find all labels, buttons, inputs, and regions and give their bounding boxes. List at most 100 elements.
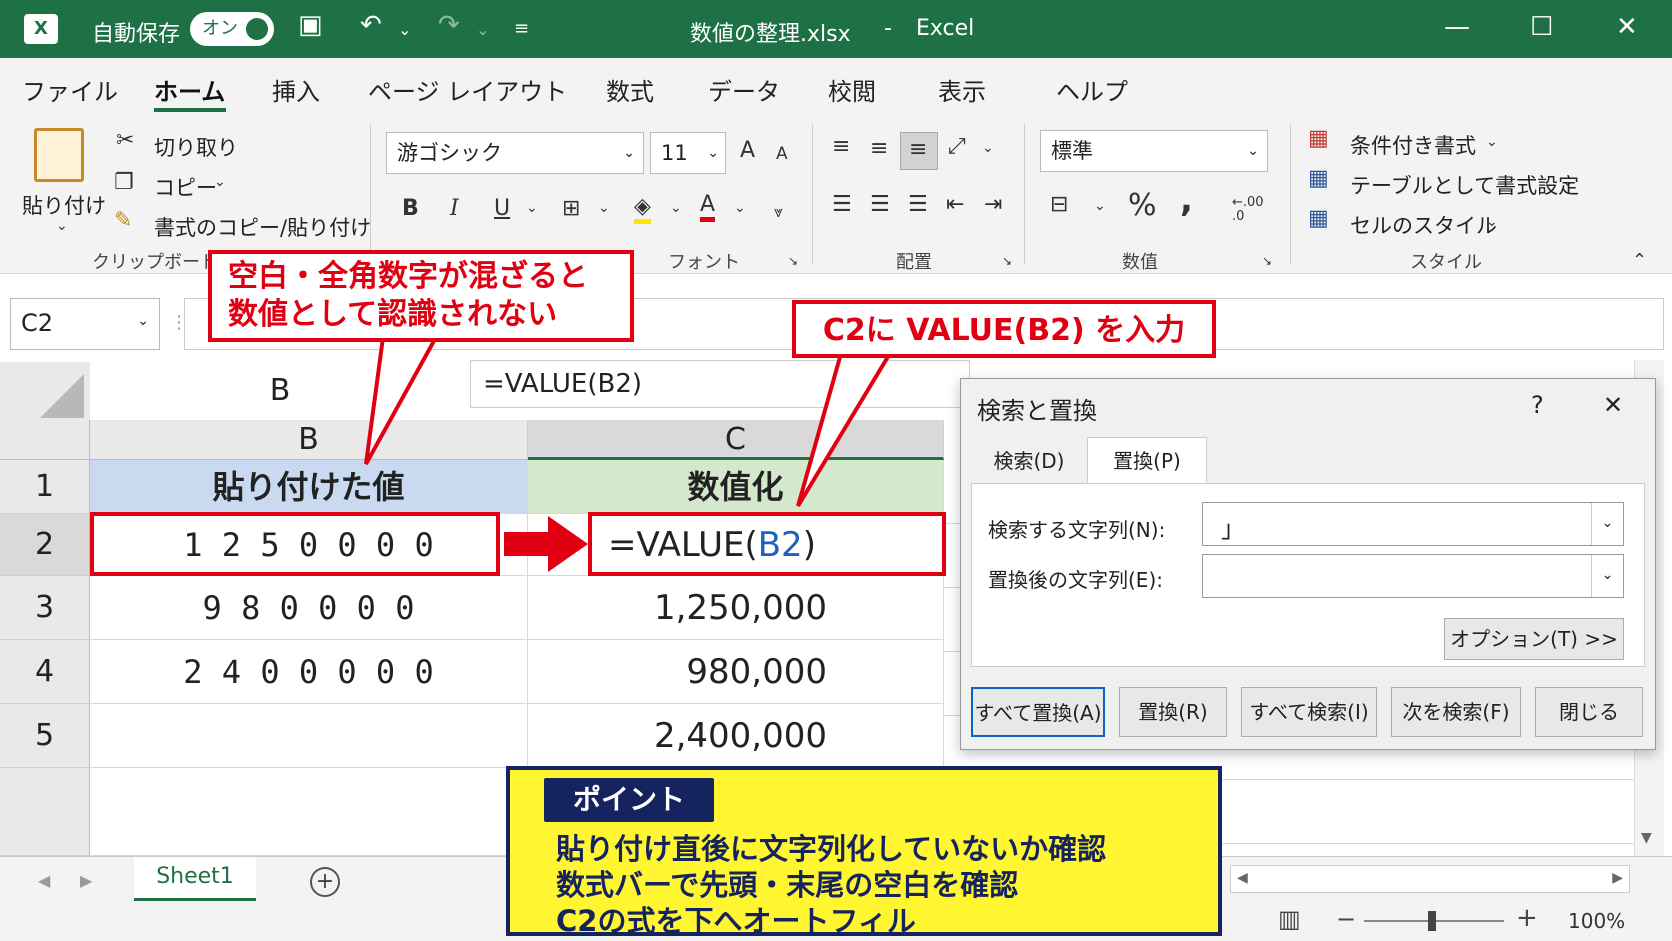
font-color-dropdown-icon[interactable]: ⌄ [734, 200, 746, 216]
dialog-close-icon[interactable]: ✕ [1603, 391, 1623, 419]
tab-replace[interactable]: 置換(P) [1087, 437, 1207, 485]
format-painter-icon[interactable]: ✎ [114, 208, 132, 233]
borders-dropdown-icon[interactable]: ⌄ [598, 200, 610, 216]
percent-style-button[interactable]: % [1128, 188, 1157, 223]
zoom-slider[interactable] [1364, 911, 1504, 931]
tab-find[interactable]: 検索(D) [971, 439, 1087, 483]
format-as-table-button[interactable]: テーブルとして書式設定 [1350, 170, 1579, 200]
menu-review[interactable]: 校閲 [828, 72, 876, 107]
row-header-1[interactable]: 1 [0, 460, 90, 514]
more-font-icon[interactable]: ⩔ [774, 202, 783, 222]
scroll-tabs-left-icon[interactable]: ◀ [38, 871, 50, 890]
cell-styles-dropdown-icon[interactable]: ⌄ [1486, 214, 1498, 230]
decrease-indent-icon[interactable]: ⇤ [946, 192, 964, 217]
save-icon[interactable]: ▣ [298, 10, 323, 40]
sheet-tab-sheet1[interactable]: Sheet1 [134, 857, 256, 901]
menu-file[interactable]: ファイル [22, 72, 118, 107]
undo-dropdown-icon[interactable]: ⌄ [398, 20, 411, 39]
row-header-5[interactable]: 5 [0, 704, 90, 768]
cell-b6[interactable] [90, 768, 528, 856]
collapse-ribbon-icon[interactable]: ⌃ [1632, 250, 1647, 271]
align-right-icon[interactable]: ☰ [908, 192, 928, 217]
undo-icon[interactable]: ↶ [360, 10, 382, 40]
orientation-dropdown-icon[interactable]: ⌄ [982, 140, 994, 156]
accounting-format-icon[interactable]: ⊟ [1050, 192, 1068, 217]
zoom-in-button[interactable]: + [1516, 903, 1538, 933]
format-painter-button[interactable]: 書式のコピー/貼り付け [154, 212, 371, 242]
fill-color-icon[interactable]: ◈ [634, 194, 651, 224]
underline-button[interactable]: U [494, 196, 510, 221]
conditional-dropdown-icon[interactable]: ⌄ [1486, 134, 1498, 150]
find-all-button[interactable]: すべて検索(I) [1241, 687, 1377, 737]
cut-button[interactable]: 切り取り [154, 132, 238, 162]
align-middle-icon[interactable]: ≡ [870, 136, 888, 161]
menu-home[interactable]: ホーム [154, 72, 225, 107]
scroll-down-icon[interactable]: ▼ [1641, 830, 1652, 846]
shrink-font-icon[interactable]: A [776, 144, 788, 164]
bold-button[interactable]: B [402, 196, 419, 221]
scroll-right-icon[interactable]: ▶ [1612, 870, 1623, 886]
cell-c4[interactable]: 980,000 [528, 640, 944, 704]
cell-c5[interactable]: 2,400,000 [528, 704, 944, 768]
find-next-button[interactable]: 次を検索(F) [1391, 687, 1521, 737]
number-launcher-icon[interactable]: ↘ [1262, 254, 1272, 268]
menu-view[interactable]: 表示 [938, 72, 986, 107]
align-top-icon[interactable]: ≡ [832, 134, 850, 159]
replace-input[interactable]: ⌄ [1202, 554, 1624, 598]
font-size-dropdown[interactable]: 11 ⌄ [650, 132, 726, 174]
page-view-icon[interactable]: ▥ [1278, 905, 1301, 933]
orientation-icon[interactable]: ⤢ [948, 134, 966, 159]
menu-data[interactable]: データ [708, 72, 780, 107]
fill-color-dropdown-icon[interactable]: ⌄ [670, 200, 682, 216]
grow-font-icon[interactable]: A [740, 138, 755, 163]
number-format-dropdown[interactable]: 標準 ⌄ [1040, 130, 1268, 172]
row-header-2[interactable]: 2 [0, 514, 90, 576]
row-header-3[interactable]: 3 [0, 576, 90, 640]
chevron-down-icon[interactable]: ⌄ [1591, 503, 1623, 545]
underline-dropdown-icon[interactable]: ⌄ [526, 200, 538, 216]
zoom-level[interactable]: 100% [1568, 909, 1625, 933]
add-sheet-icon[interactable]: + [310, 867, 340, 897]
scissors-icon[interactable]: ✂ [116, 128, 134, 153]
alignment-launcher-icon[interactable]: ↘ [1002, 254, 1012, 268]
comma-style-button[interactable]: , [1180, 180, 1193, 220]
table-dropdown-icon[interactable]: ⌄ [1562, 174, 1574, 190]
menu-page-layout[interactable]: ページ レイアウト [368, 72, 567, 107]
replace-all-button[interactable]: すべて置換(A) [971, 687, 1105, 737]
replace-button[interactable]: 置換(R) [1119, 687, 1227, 737]
cell-b4[interactable]: 2 4 0 0 0 0 0 [90, 640, 528, 704]
paste-icon[interactable] [34, 128, 84, 182]
cell-c3[interactable]: 1,250,000 [528, 576, 944, 640]
scroll-left-icon[interactable]: ◀ [1237, 870, 1248, 886]
borders-icon[interactable]: ⊞ [562, 196, 580, 221]
name-box[interactable]: C2 ⌄ [10, 298, 160, 350]
cell-styles-icon[interactable]: ▦ [1308, 206, 1329, 231]
align-center-icon[interactable]: ☰ [870, 192, 890, 217]
italic-button[interactable]: I [450, 196, 459, 221]
redo-icon[interactable]: ↷ [438, 10, 460, 40]
conditional-format-button[interactable]: 条件付き書式 [1350, 130, 1476, 160]
conditional-format-icon[interactable]: ▦ [1308, 126, 1329, 151]
close-button[interactable]: 閉じる [1535, 687, 1643, 737]
close-window-icon[interactable]: ✕ [1616, 12, 1638, 42]
increase-indent-icon[interactable]: ⇥ [984, 192, 1002, 217]
decimal-icon[interactable]: ←.00 .0 [1232, 196, 1266, 224]
align-bottom-button[interactable]: ≡ [900, 132, 938, 170]
menu-formulas[interactable]: 数式 [606, 72, 654, 107]
maximize-icon[interactable]: ☐ [1530, 12, 1553, 42]
redo-dropdown-icon[interactable]: ⌄ [476, 20, 489, 39]
autosave-toggle[interactable]: オン [190, 12, 274, 46]
scroll-tabs-right-icon[interactable]: ▶ [80, 871, 92, 890]
copy-icon[interactable]: ❐ [114, 170, 134, 195]
paste-dropdown-icon[interactable]: ⌄ [56, 218, 68, 234]
zoom-slider-thumb[interactable] [1428, 911, 1436, 931]
select-all-button[interactable] [0, 362, 90, 420]
find-input[interactable]: 」 ⌄ [1202, 502, 1624, 546]
accounting-dropdown-icon[interactable]: ⌄ [1094, 198, 1106, 214]
chevron-down-icon[interactable]: ⌄ [1591, 555, 1623, 597]
font-launcher-icon[interactable]: ↘ [788, 254, 798, 268]
menu-help[interactable]: ヘルプ [1056, 72, 1128, 107]
font-color-icon[interactable]: A [700, 192, 716, 222]
font-name-dropdown[interactable]: 游ゴシック ⌄ [386, 132, 644, 174]
horizontal-scrollbar[interactable]: ◀ ▶ [1230, 865, 1630, 893]
